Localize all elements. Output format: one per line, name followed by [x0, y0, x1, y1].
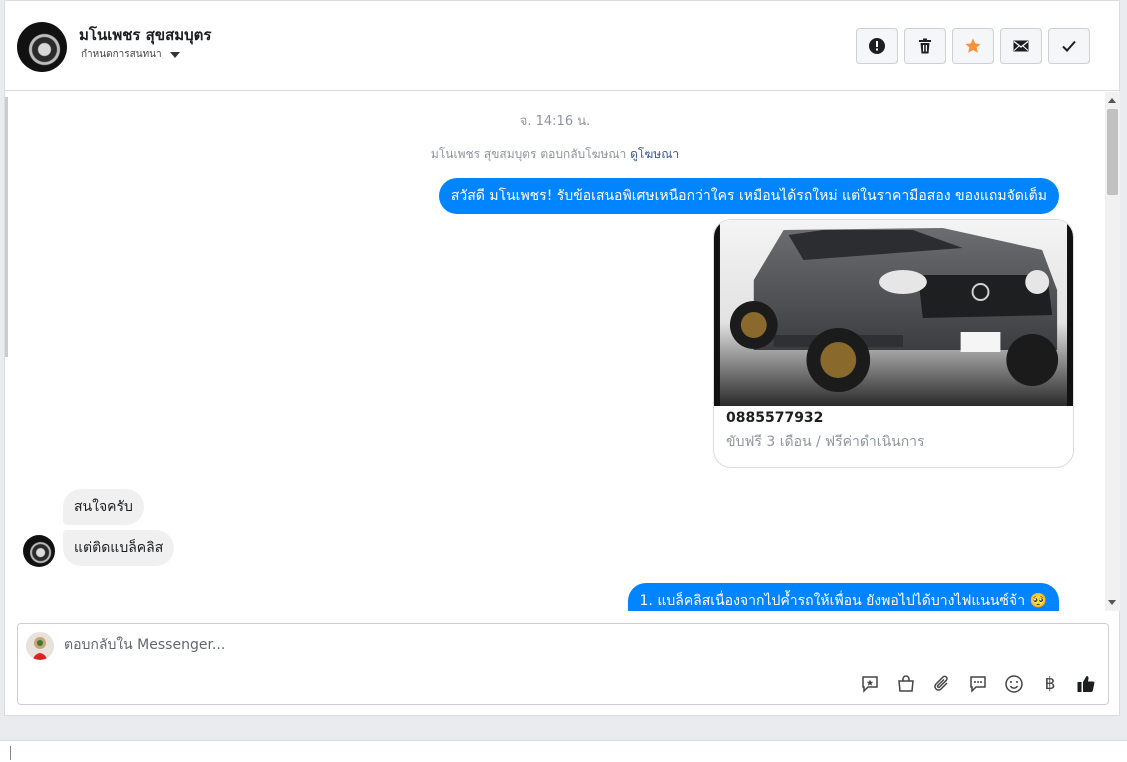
assign-conversation-label: กำหนดการสนทนา — [81, 49, 162, 60]
like-icon — [1077, 676, 1095, 692]
trash-icon — [919, 38, 931, 54]
scroll-down-arrow-icon[interactable] — [1108, 600, 1116, 605]
emoji-button[interactable] — [1002, 672, 1026, 696]
conversation-panel: มโนเพชร สุขสมบุตร กำหนดการสนทนา จ. 14:16… — [4, 0, 1120, 716]
mail-icon — [1013, 40, 1029, 52]
message-thread[interactable]: จ. 14:16 น. มโนเพชร สุขสมบุตร ตอบกลับโฆษ… — [5, 92, 1105, 611]
thread-scrollbar[interactable] — [1105, 92, 1120, 611]
scrollbar-thumb[interactable] — [1107, 109, 1118, 195]
page-avatar — [26, 632, 54, 660]
header-actions — [856, 28, 1090, 64]
incoming-message[interactable]: สนใจครับ — [63, 489, 144, 525]
view-ad-link[interactable]: ดูโฆษณา — [630, 147, 679, 161]
emoji-icon — [1005, 675, 1023, 693]
mark-unread-button[interactable] — [1000, 28, 1042, 64]
report-button[interactable] — [856, 28, 898, 64]
outgoing-message[interactable]: สวัสดี มโนเพชร! รับข้อเสนอพิเศษเหนือกว่า… — [438, 178, 1059, 214]
shop-icon — [898, 675, 914, 692]
reply-composer: ฿ — [17, 623, 1109, 705]
ad-reply-text: มโนเพชร สุขสมบุตร ตอบกลับโฆษณา — [430, 147, 627, 161]
attach-icon — [934, 675, 948, 691]
ad-card-title: 0885577932 — [726, 410, 824, 426]
outgoing-message[interactable]: 1. แบล็คลิสเนื่องจากไปค้ำรถให้เพื่อน ยัง… — [627, 583, 1059, 611]
like-button[interactable] — [1074, 672, 1098, 696]
car-image — [714, 220, 1073, 406]
baht-icon: ฿ — [1044, 674, 1056, 694]
ad-card-subtitle: ขับฟรี 3 เดือน / ฟรีค่าดำเนินการ — [726, 434, 925, 450]
composer-tools: ฿ — [858, 672, 1098, 696]
star-icon — [965, 38, 981, 53]
ad-reply-note: มโนเพชร สุขสมบุตร ตอบกลับโฆษณา ดูโฆษณา — [5, 145, 1105, 164]
check-icon — [1062, 40, 1076, 52]
payment-button[interactable]: ฿ — [1038, 672, 1062, 696]
incoming-message[interactable]: แต่ติดแบล็คลิส — [63, 530, 175, 566]
saved-reply-icon — [862, 676, 878, 693]
conversation-header: มโนเพชร สุขสมบุตร กำหนดการสนทนา — [5, 1, 1119, 91]
quick-reply-button[interactable] — [966, 672, 990, 696]
assign-conversation-dropdown[interactable]: กำหนดการสนทนา — [81, 47, 180, 62]
contact-name[interactable]: มโนเพชร สุขสมบุตร — [79, 23, 211, 47]
mark-done-button[interactable] — [1048, 28, 1090, 64]
caret-down-icon — [169, 51, 180, 58]
message-timestamp: จ. 14:16 น. — [519, 114, 591, 129]
chat-icon — [970, 676, 986, 693]
report-icon — [869, 38, 885, 54]
text-caret — [10, 746, 11, 760]
shop-button[interactable] — [894, 672, 918, 696]
status-bar — [0, 741, 1127, 762]
saved-reply-button[interactable] — [858, 672, 882, 696]
delete-button[interactable] — [904, 28, 946, 64]
attach-button[interactable] — [930, 672, 954, 696]
contact-avatar-small — [23, 535, 55, 567]
ad-card[interactable]: 0885577932 ขับฟรี 3 เดือน / ฟรีค่าดำเนิน… — [713, 219, 1074, 468]
contact-avatar[interactable] — [17, 22, 67, 72]
star-button[interactable] — [952, 28, 994, 64]
reply-input[interactable] — [62, 636, 766, 654]
scroll-up-arrow-icon[interactable] — [1108, 98, 1116, 103]
